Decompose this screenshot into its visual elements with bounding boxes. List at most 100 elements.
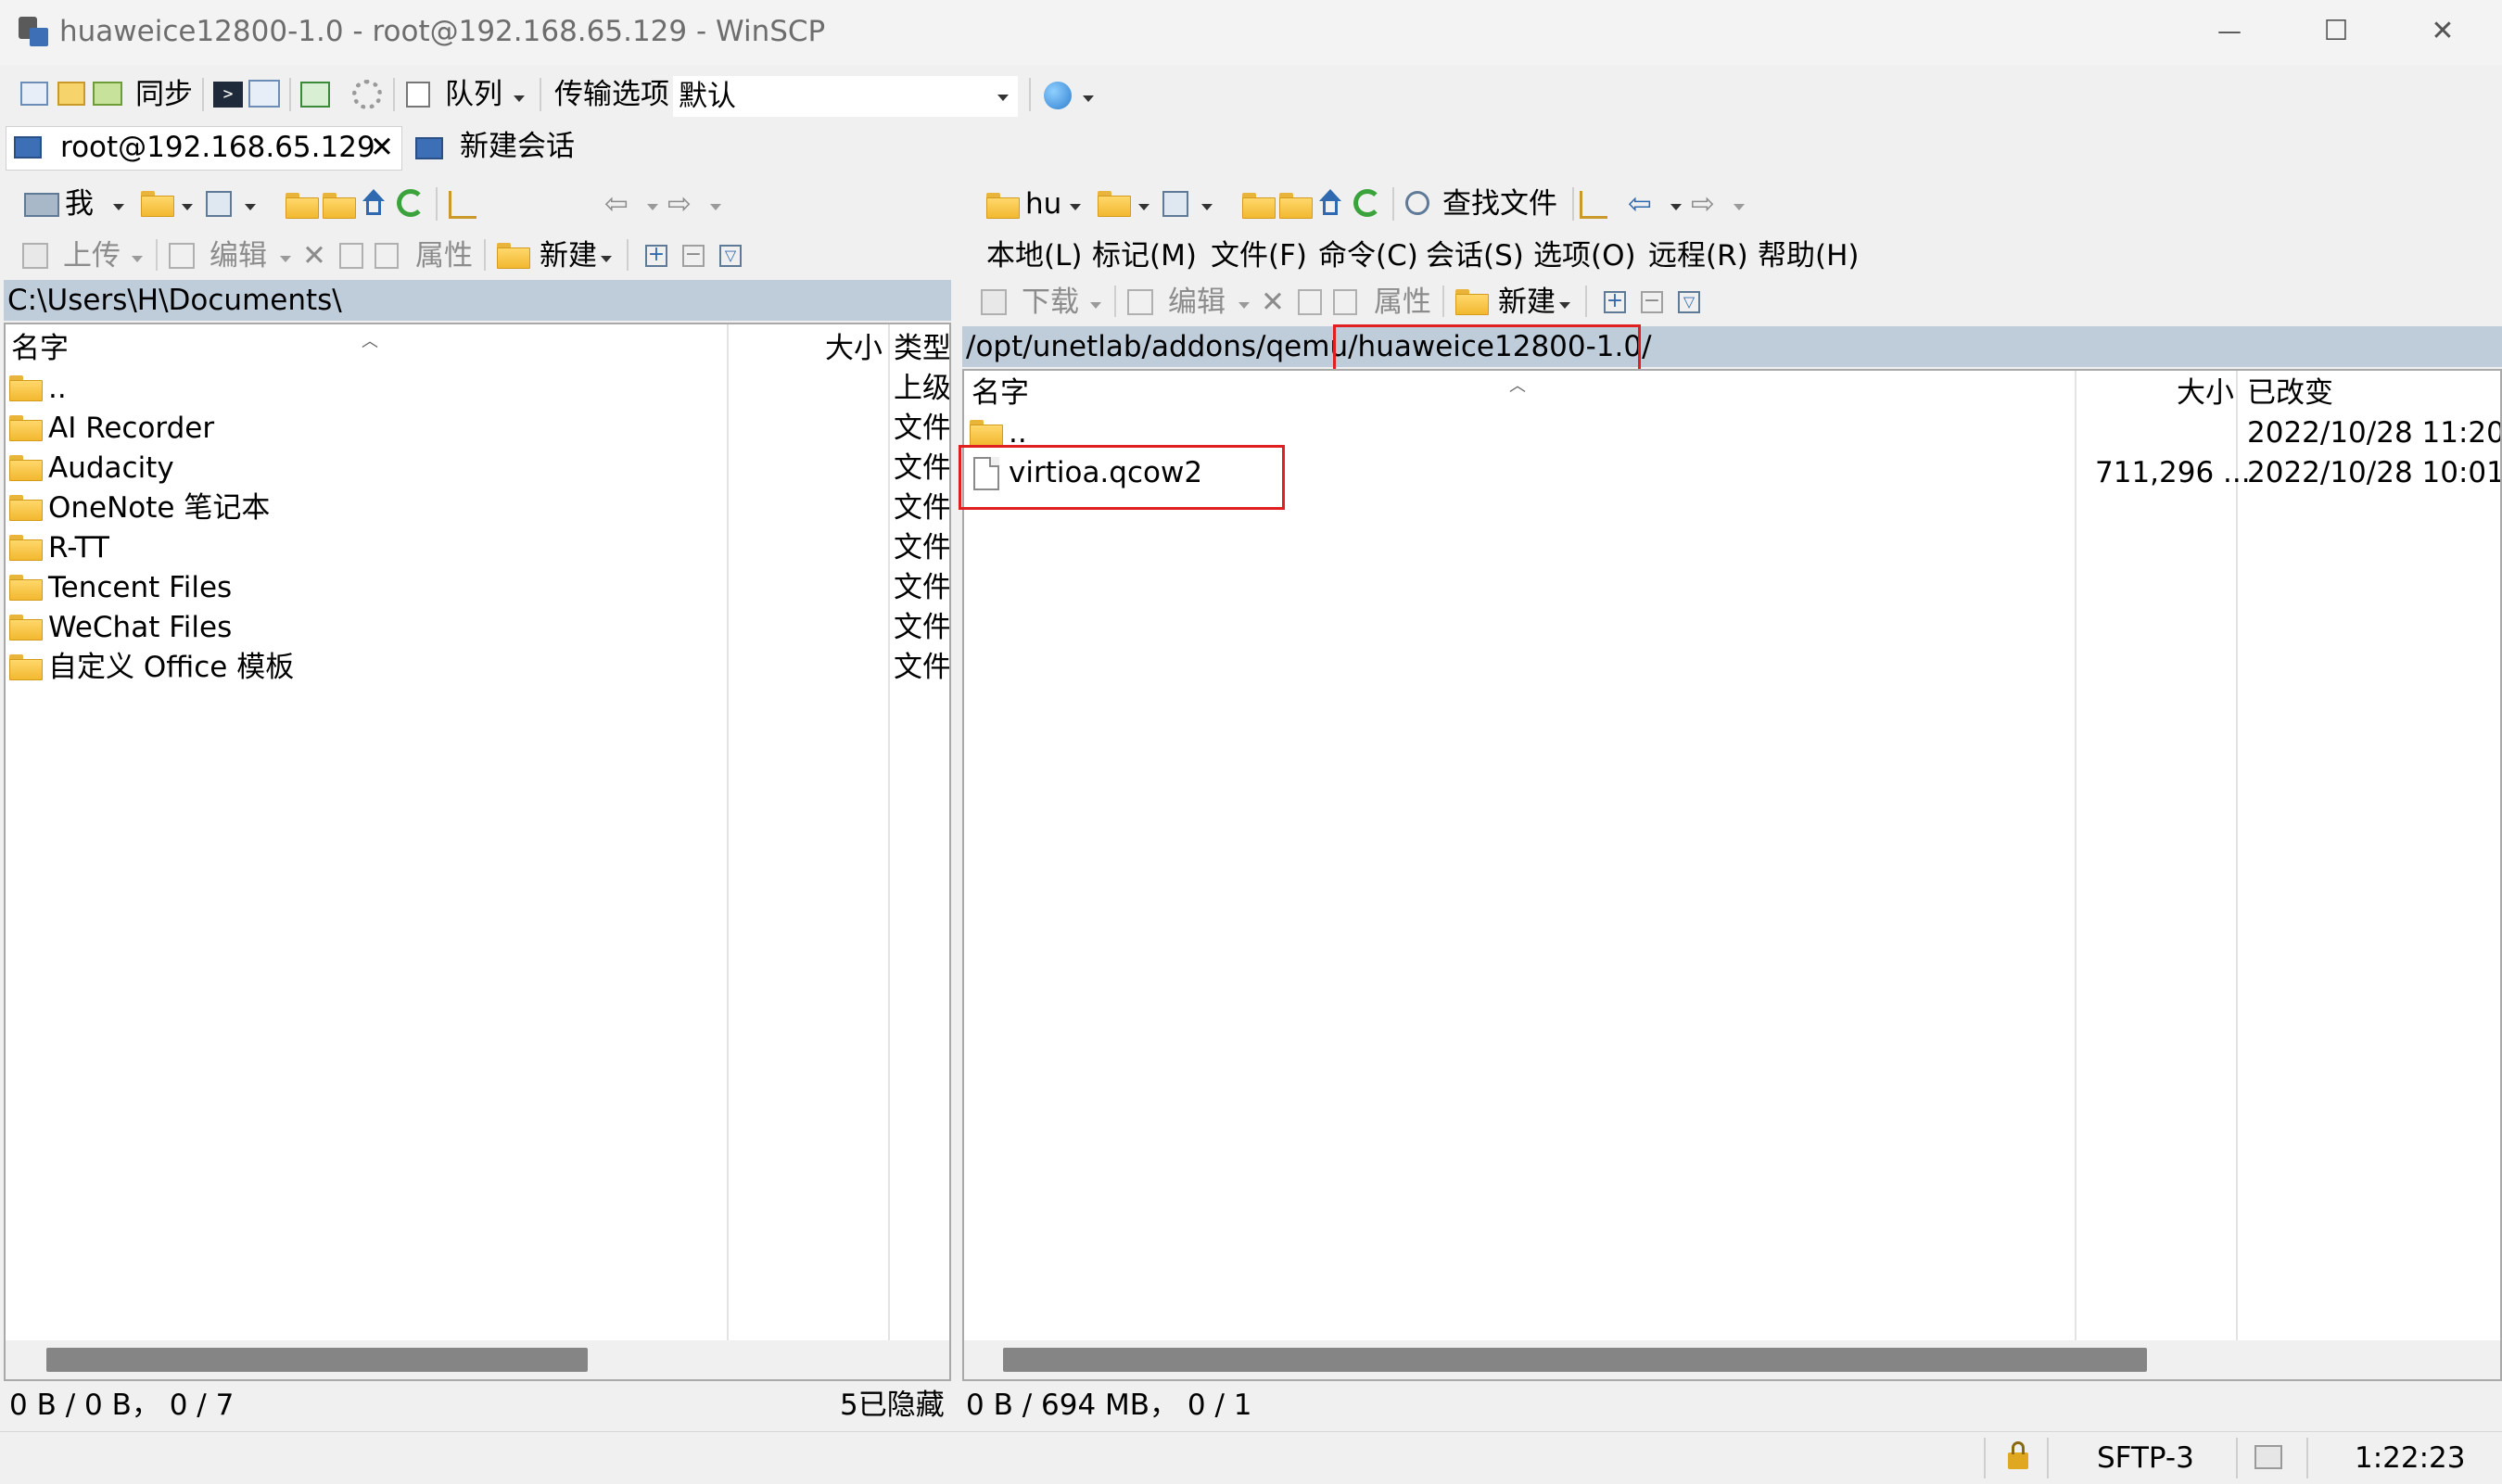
tab-new-session[interactable]: 新建会话 <box>408 126 593 171</box>
back-icon[interactable]: ⇦ <box>604 185 629 222</box>
left-col-name[interactable]: 名字 <box>11 328 69 369</box>
queue-icon[interactable] <box>406 82 430 108</box>
new-button[interactable]: 新建 <box>540 237 597 274</box>
properties-button[interactable]: 属性 <box>1374 284 1431 321</box>
tree-icon[interactable] <box>1580 191 1607 219</box>
left-status-hidden[interactable]: 5已隐藏 <box>840 1385 945 1426</box>
list-item[interactable]: .. 上级 <box>6 369 949 409</box>
panel-splitter[interactable] <box>951 182 962 1424</box>
edit-dropdown-icon[interactable] <box>280 256 291 262</box>
filter-dropdown-icon[interactable] <box>245 204 256 210</box>
list-item[interactable]: Audacity 文件 <box>6 449 949 488</box>
parent-dir-icon[interactable] <box>1242 193 1276 219</box>
menu-mark[interactable]: 标记(M) <box>1092 237 1197 274</box>
list-item[interactable]: AI Recorder 文件 <box>6 409 949 449</box>
right-file-list[interactable]: 名字 ︿ 大小 已改变 .. 2022/10/28 11:20:3 virtio… <box>962 369 2502 1381</box>
queue-button[interactable]: 队列 <box>445 76 502 113</box>
back-dropdown-icon[interactable] <box>1670 204 1682 210</box>
forward-icon[interactable]: ⇨ <box>667 185 692 222</box>
queue-dropdown-icon[interactable] <box>514 95 525 102</box>
rename-icon[interactable] <box>339 243 363 269</box>
right-col-modified[interactable]: 已改变 <box>2247 373 2333 413</box>
right-col-size[interactable]: 大小 <box>2177 373 2234 413</box>
left-drive-dropdown-icon[interactable] <box>113 204 124 210</box>
open-folder-icon[interactable] <box>1098 191 1131 217</box>
right-scroll-thumb[interactable] <box>1003 1348 2147 1372</box>
select-all-icon[interactable]: + <box>1604 291 1626 313</box>
forward-dropdown-icon[interactable] <box>710 204 721 210</box>
sync-dirs-icon[interactable] <box>57 82 85 106</box>
upload-button[interactable]: 上传 <box>63 237 121 274</box>
tree-icon[interactable] <box>449 191 476 219</box>
properties-button[interactable]: 属性 <box>415 237 473 274</box>
left-col-size[interactable]: 大小 <box>825 328 883 369</box>
right-col-name[interactable]: 名字 <box>972 373 1029 413</box>
menu-file[interactable]: 文件(F) <box>1211 237 1307 274</box>
upload-icon[interactable] <box>22 243 48 269</box>
left-horizontal-scrollbar[interactable] <box>6 1340 949 1379</box>
maximize-button[interactable]: ☐ <box>2304 11 2369 52</box>
new-dropdown-icon[interactable] <box>1559 302 1570 309</box>
download-dropdown-icon[interactable] <box>1090 302 1101 309</box>
open-folder-dropdown-icon[interactable] <box>182 204 193 210</box>
back-icon[interactable]: ⇦ <box>1628 185 1652 222</box>
menu-command[interactable]: 命令(C) <box>1318 237 1418 274</box>
properties-icon[interactable] <box>1333 289 1357 315</box>
new-dropdown-icon[interactable] <box>601 256 612 262</box>
compare-dirs-icon[interactable] <box>20 82 48 106</box>
menu-session[interactable]: 会话(S) <box>1426 237 1524 274</box>
list-item[interactable]: 自定义 Office 模板 文件 <box>6 648 949 688</box>
open-folder-icon[interactable] <box>141 191 174 217</box>
edit-button[interactable]: 编辑 <box>1168 284 1226 321</box>
left-file-list[interactable]: 名字 ︿ 大小 类型 .. 上级 AI Recorder 文件 Audacity… <box>4 323 951 1381</box>
edit-button[interactable]: 编辑 <box>210 237 267 274</box>
find-files-icon[interactable] <box>1405 191 1429 215</box>
open-folder-dropdown-icon[interactable] <box>1138 204 1149 210</box>
new-folder-icon[interactable] <box>1455 289 1489 315</box>
right-path-bar[interactable]: /opt/unetlab/addons/qemu/huaweice12800-1… <box>962 326 2502 367</box>
home-icon[interactable] <box>360 189 387 217</box>
root-dir-icon[interactable] <box>323 193 356 219</box>
transfer-settings-icon[interactable] <box>300 82 330 108</box>
forward-icon[interactable]: ⇨ <box>1691 185 1715 222</box>
invert-selection-icon[interactable]: ▽ <box>719 245 742 267</box>
refresh-icon[interactable] <box>397 189 425 217</box>
new-folder-icon[interactable] <box>497 243 530 269</box>
list-item[interactable]: WeChat Files 文件 <box>6 608 949 648</box>
parent-dir-icon[interactable] <box>286 193 319 219</box>
root-dir-icon[interactable] <box>1279 193 1313 219</box>
download-button[interactable]: 下载 <box>1022 284 1079 321</box>
new-button[interactable]: 新建 <box>1498 284 1556 321</box>
filter-icon[interactable] <box>206 191 232 217</box>
tab-close-icon[interactable]: ✕ <box>370 129 394 166</box>
back-dropdown-icon[interactable] <box>647 204 658 210</box>
left-drive-select[interactable]: 我 <box>65 185 94 222</box>
globe-dropdown-icon[interactable] <box>1083 95 1094 102</box>
menu-help[interactable]: 帮助(H) <box>1758 237 1860 274</box>
invert-selection-icon[interactable]: ▽ <box>1678 291 1700 313</box>
edit-icon[interactable] <box>169 243 195 269</box>
globe-icon[interactable] <box>1044 82 1072 109</box>
left-path-bar[interactable]: C:\Users\H\Documents\ <box>4 280 951 321</box>
rename-icon[interactable] <box>1298 289 1322 315</box>
refresh-icon[interactable] <box>1353 189 1381 217</box>
list-item[interactable]: OneNote 笔记本 文件 <box>6 488 949 528</box>
right-dir-dropdown-icon[interactable] <box>1070 204 1081 210</box>
select-all-icon[interactable]: + <box>645 245 667 267</box>
filter-dropdown-icon[interactable] <box>1201 204 1213 210</box>
delete-icon[interactable]: ✕ <box>302 237 326 274</box>
right-horizontal-scrollbar[interactable] <box>964 1340 2500 1379</box>
right-dir-select[interactable]: hu <box>1025 185 1061 222</box>
menu-local[interactable]: 本地(L) <box>986 237 1082 274</box>
download-icon[interactable] <box>981 289 1007 315</box>
home-icon[interactable] <box>1316 189 1344 217</box>
properties-icon[interactable] <box>375 243 399 269</box>
minimize-button[interactable]: — <box>2197 11 2262 52</box>
unselect-icon[interactable]: − <box>1641 291 1663 313</box>
transfer-preset-select[interactable]: 默认 <box>673 76 1018 117</box>
close-button[interactable]: ✕ <box>2410 11 2475 52</box>
menu-options[interactable]: 选项(O) <box>1533 237 1636 274</box>
sync-browse-icon[interactable] <box>93 82 122 106</box>
edit-icon[interactable] <box>1127 289 1153 315</box>
menu-remote[interactable]: 远程(R) <box>1648 237 1748 274</box>
